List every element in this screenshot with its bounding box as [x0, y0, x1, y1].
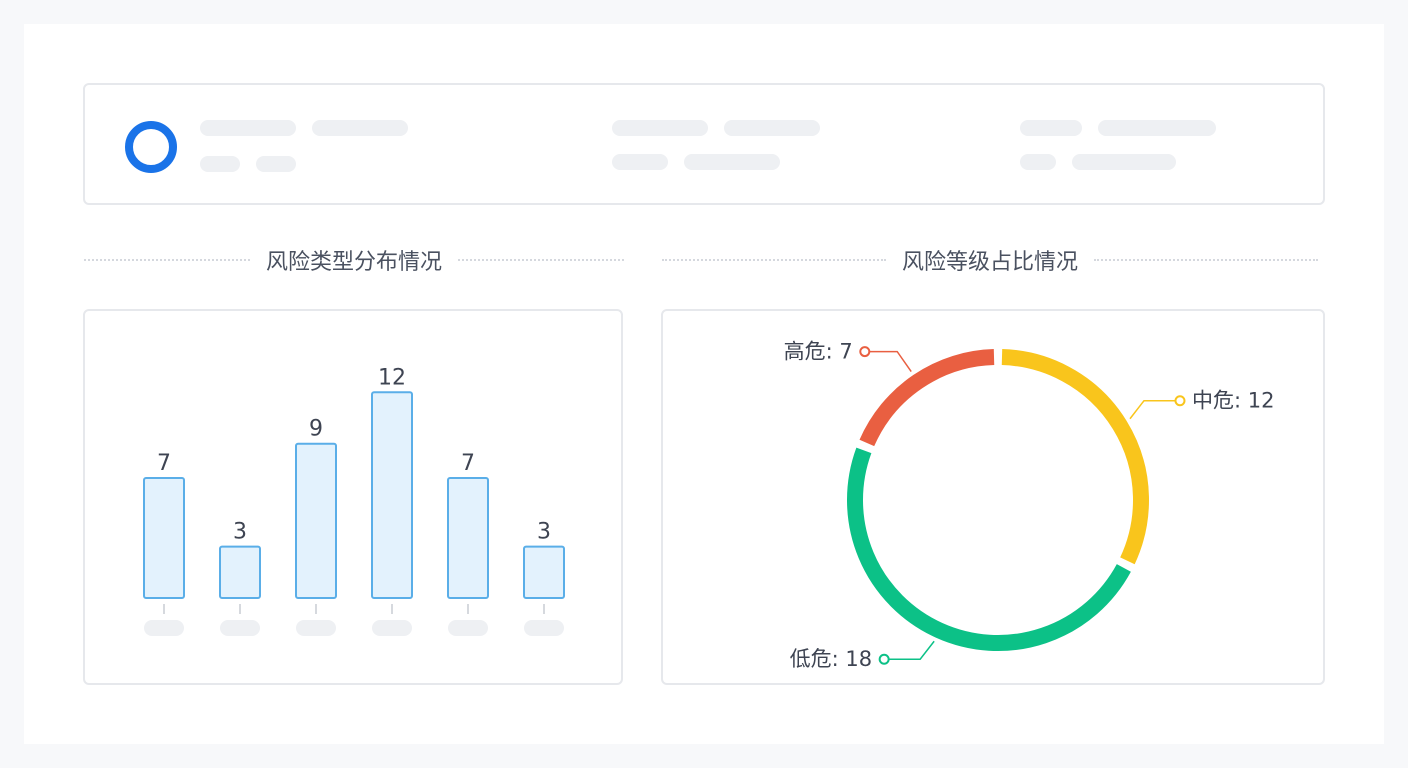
x-tick-label-placeholder: [524, 620, 564, 636]
bar: [371, 391, 413, 599]
donut-slice-label: 中危: 12: [1192, 389, 1274, 413]
bar-value-label: 7: [157, 451, 171, 476]
donut-section-title: 风险等级占比情况: [662, 245, 1319, 275]
placeholder-bar: [684, 154, 780, 170]
leader-line: [884, 640, 935, 660]
bar-value-label: 3: [537, 520, 551, 545]
x-tick-label-placeholder: [220, 620, 260, 636]
placeholder-bar: [256, 156, 296, 172]
leader-dot: [1174, 395, 1186, 407]
placeholder-bar: [612, 154, 668, 170]
placeholder-bar: [612, 120, 708, 136]
summary-card: [83, 83, 1325, 205]
bar-value-label: 3: [233, 520, 247, 545]
donut-chart: 中危: 12 低危: 18 高危: 7: [784, 340, 1275, 672]
divider: [1094, 259, 1319, 261]
placeholder-bar: [200, 120, 296, 136]
x-tick-label-placeholder: [448, 620, 488, 636]
bar-section-label: 风险类型分布情况: [266, 250, 443, 275]
bar: [219, 545, 261, 599]
leader-line: [864, 350, 912, 373]
leader-dot: [859, 346, 871, 358]
divider: [84, 259, 250, 261]
leader-dot: [878, 653, 890, 665]
divider: [458, 259, 625, 261]
donut-slice-label: 低危: 18: [790, 647, 872, 671]
placeholder-bar: [1072, 154, 1176, 170]
bar-value-label: 9: [309, 417, 323, 442]
bar-value-label: 12: [378, 365, 406, 390]
x-tick-label-placeholder: [372, 620, 412, 636]
placeholder-bar: [1020, 120, 1082, 136]
x-tick-label-placeholder: [296, 620, 336, 636]
donut-section-label: 风险等级占比情况: [902, 250, 1079, 275]
bar: [523, 545, 565, 599]
placeholder-bar: [724, 120, 820, 136]
bar-chart-card: 7 3 9 12 7 3: [83, 309, 623, 685]
bar-chart: 7 3 9 12 7 3: [143, 365, 565, 636]
donut-slice: [847, 447, 1131, 651]
divider: [662, 259, 886, 261]
placeholder-bar: [200, 156, 240, 172]
leader-line: [1129, 399, 1180, 420]
placeholder-bar: [312, 120, 408, 136]
donut-slice-label: 高危: 7: [784, 340, 853, 364]
bar: [447, 477, 489, 599]
bar-value-label: 7: [461, 451, 475, 476]
status-ring-icon: [125, 121, 177, 173]
bar: [143, 477, 185, 599]
bar-section-title: 风险类型分布情况: [84, 245, 625, 275]
dashboard-canvas: 风险类型分布情况 风险等级占比情况 7 3 9 12 7 3 中危: 12 低危: 18 高危…: [24, 24, 1384, 744]
x-tick-label-placeholder: [144, 620, 184, 636]
placeholder-bar: [1020, 154, 1056, 170]
donut-slice: [859, 349, 995, 447]
donut-chart-card: 中危: 12 低危: 18 高危: 7: [661, 309, 1325, 685]
donut-slice: [1001, 349, 1149, 565]
placeholder-bar: [1098, 120, 1216, 136]
bar: [295, 442, 337, 599]
